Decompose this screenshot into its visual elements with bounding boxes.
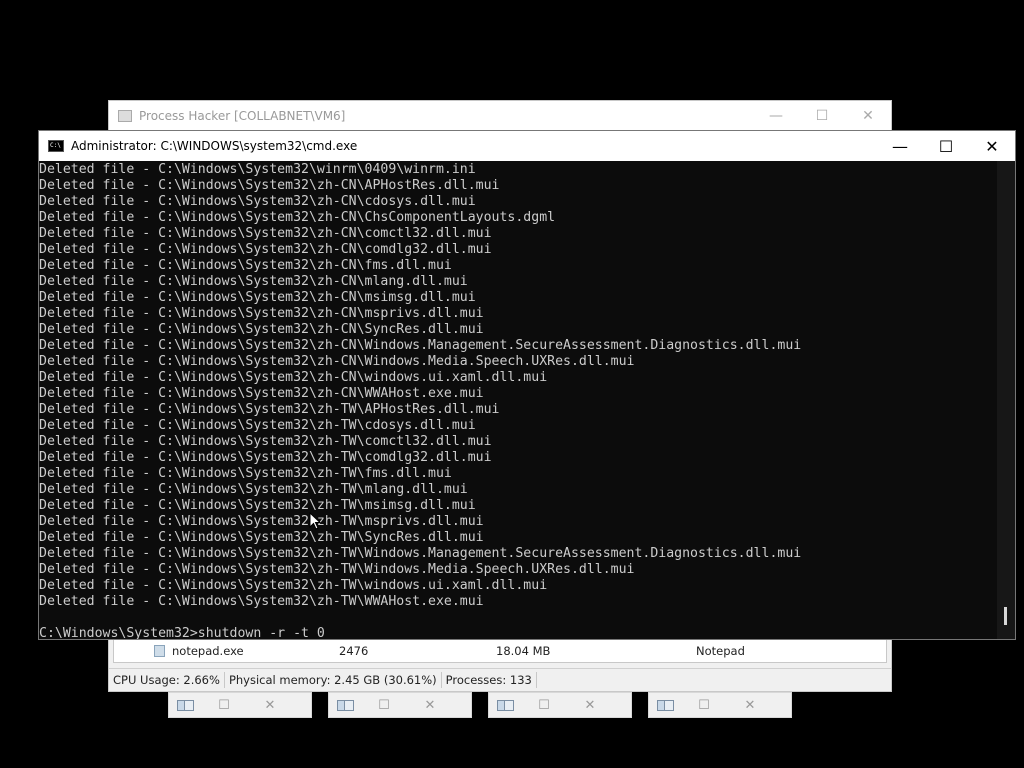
close-button[interactable]: ✕ xyxy=(567,698,613,713)
minimized-window-1[interactable]: ☐ ✕ xyxy=(168,692,312,718)
cmd-title: Administrator: C:\WINDOWS\system32\cmd.e… xyxy=(71,139,358,153)
process-hacker-title: Process Hacker [COLLABNET\VM6] xyxy=(139,109,346,123)
cmd-maximize-button[interactable]: ☐ xyxy=(923,137,969,156)
window-icon xyxy=(657,699,681,711)
restore-button[interactable]: ☐ xyxy=(681,698,727,713)
mouse-cursor-icon xyxy=(309,512,321,530)
restore-button[interactable]: ☐ xyxy=(361,698,407,713)
cmd-titlebar[interactable]: C:\ Administrator: C:\WINDOWS\system32\c… xyxy=(39,131,1015,161)
console-line: Deleted file - C:\Windows\System32\zh-CN… xyxy=(39,322,484,337)
console-line: Deleted file - C:\Windows\System32\zh-CN… xyxy=(39,242,492,257)
console-line: Deleted file - C:\Windows\System32\zh-CN… xyxy=(39,354,635,369)
window-icon xyxy=(497,699,521,711)
console-line: Deleted file - C:\Windows\System32\zh-TW… xyxy=(39,514,484,529)
console-line: Deleted file - C:\Windows\System32\zh-CN… xyxy=(39,338,802,353)
console-line: Deleted file - C:\Windows\System32\zh-TW… xyxy=(39,450,492,465)
process-hacker-statusbar: CPU Usage: 2.66% Physical memory: 2.45 G… xyxy=(109,668,891,691)
cpu-usage-status: CPU Usage: 2.66% xyxy=(109,672,225,688)
process-memory: 18.04 MB xyxy=(496,644,551,658)
restore-button[interactable]: ☐ xyxy=(521,698,567,713)
cmd-close-button[interactable]: ✕ xyxy=(969,137,1015,156)
console-line: Deleted file - C:\Windows\System32\zh-CN… xyxy=(39,210,556,225)
console-line: C:\Windows\System32>shutdown -r -t 0 xyxy=(39,626,325,639)
physical-memory-status: Physical memory: 2.45 GB (30.61%) xyxy=(225,672,442,688)
console-line: Deleted file - C:\Windows\System32\zh-CN… xyxy=(39,370,548,385)
close-button[interactable]: ✕ xyxy=(407,698,453,713)
console-scrollbar[interactable] xyxy=(997,161,1015,639)
scrollbar-thumb[interactable] xyxy=(1004,607,1007,625)
console-line: Deleted file - C:\Windows\System32\zh-TW… xyxy=(39,482,468,497)
ph-maximize-button[interactable]: ☐ xyxy=(799,108,845,124)
process-hacker-app-icon xyxy=(118,110,132,122)
console-line: Deleted file - C:\Windows\System32\zh-CN… xyxy=(39,306,484,321)
console-line: Deleted file - C:\Windows\System32\zh-CN… xyxy=(39,290,476,305)
notepad-process-icon xyxy=(154,645,165,657)
process-pid: 2476 xyxy=(339,644,369,658)
minimized-window-2[interactable]: ☐ ✕ xyxy=(328,692,472,718)
console-line: Deleted file - C:\Windows\System32\winrm… xyxy=(39,162,476,177)
console-line: Deleted file - C:\Windows\System32\zh-CN… xyxy=(39,274,468,289)
cmd-window[interactable]: C:\ Administrator: C:\WINDOWS\system32\c… xyxy=(38,130,1016,640)
console-line: Deleted file - C:\Windows\System32\zh-CN… xyxy=(39,386,484,401)
console-line: Deleted file - C:\Windows\System32\zh-TW… xyxy=(39,594,484,609)
process-description: Notepad xyxy=(696,644,745,658)
minimized-window-3[interactable]: ☐ ✕ xyxy=(488,692,632,718)
console-line: Deleted file - C:\Windows\System32\zh-TW… xyxy=(39,434,492,449)
console-line: Deleted file - C:\Windows\System32\zh-TW… xyxy=(39,418,476,433)
console-output[interactable]: Deleted file - C:\Windows\System32\winrm… xyxy=(39,161,997,639)
console-line: Deleted file - C:\Windows\System32\zh-CN… xyxy=(39,226,492,241)
console-line: Deleted file - C:\Windows\System32\zh-TW… xyxy=(39,562,635,577)
ph-close-button[interactable]: ✕ xyxy=(845,108,891,124)
console-line: Deleted file - C:\Windows\System32\zh-CN… xyxy=(39,178,500,193)
console-line: Deleted file - C:\Windows\System32\zh-TW… xyxy=(39,466,452,481)
console-line: Deleted file - C:\Windows\System32\zh-TW… xyxy=(39,402,500,417)
processes-count-status: Processes: 133 xyxy=(442,672,537,688)
console-line: Deleted file - C:\Windows\System32\zh-TW… xyxy=(39,530,484,545)
window-icon xyxy=(337,699,361,711)
process-row[interactable]: notepad.exe 2476 18.04 MB Notepad xyxy=(113,639,887,663)
console-line: Deleted file - C:\Windows\System32\zh-TW… xyxy=(39,546,802,561)
process-hacker-titlebar[interactable]: Process Hacker [COLLABNET\VM6] — ☐ ✕ xyxy=(109,101,891,131)
console-line: Deleted file - C:\Windows\System32\zh-CN… xyxy=(39,258,452,273)
close-button[interactable]: ✕ xyxy=(247,698,293,713)
cmd-minimize-button[interactable]: — xyxy=(877,137,923,156)
cmd-app-icon: C:\ xyxy=(48,140,64,152)
window-icon xyxy=(177,699,201,711)
minimized-window-4[interactable]: ☐ ✕ xyxy=(648,692,792,718)
process-name: notepad.exe xyxy=(172,644,244,658)
restore-button[interactable]: ☐ xyxy=(201,698,247,713)
console-line: Deleted file - C:\Windows\System32\zh-TW… xyxy=(39,578,548,593)
console-line: Deleted file - C:\Windows\System32\zh-TW… xyxy=(39,498,476,513)
ph-minimize-button[interactable]: — xyxy=(753,108,799,124)
console-line: Deleted file - C:\Windows\System32\zh-CN… xyxy=(39,194,476,209)
close-button[interactable]: ✕ xyxy=(727,698,773,713)
